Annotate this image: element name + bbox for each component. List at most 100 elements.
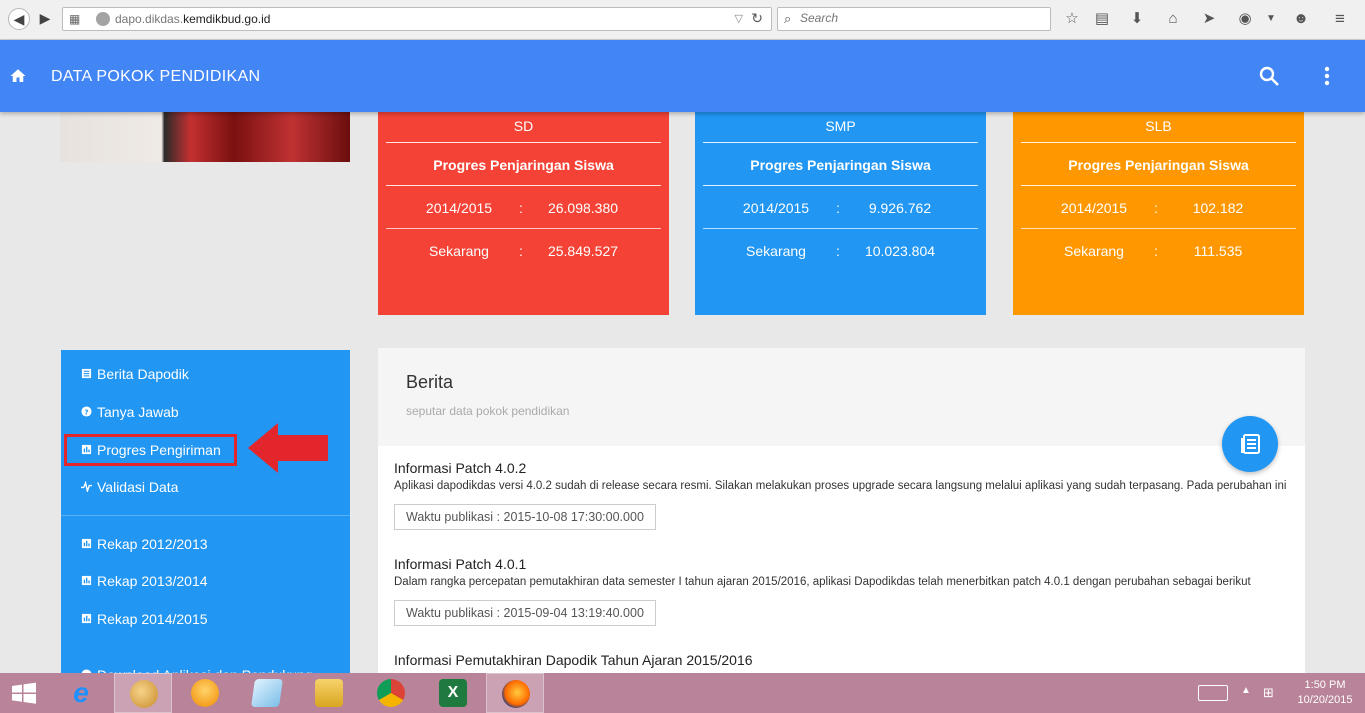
news-item: Informasi Patch 4.0.1 Dalam rangka perce…	[394, 556, 1290, 626]
search-icon: ⌕	[784, 11, 792, 26]
sidebar-item-rekap-2013-2014[interactable]: Rekap 2013/2014	[61, 566, 350, 596]
sidebar-item-rekap-2012-2013[interactable]: Rekap 2012/2013	[61, 529, 350, 559]
taskbar-excel[interactable]: X	[424, 673, 482, 713]
browser-home-icon[interactable]: ⌂	[1164, 10, 1182, 28]
news-item: Informasi Pemutakhiran Dapodik Tahun Aja…	[394, 652, 1290, 668]
sidebar-item-rekap-2014-2015[interactable]: Rekap 2014/2015	[61, 604, 350, 634]
news-item-body: Dalam rangka percepatan pemutakhiran dat…	[394, 576, 1251, 588]
sidebar-item-validasi-data[interactable]: Validasi Data	[61, 472, 350, 502]
stat-row: Sekarang : 10.023.804	[695, 243, 986, 263]
folder-icon	[315, 679, 343, 707]
stat-colon: :	[519, 243, 523, 259]
extension-icon[interactable]: ◉	[1236, 10, 1254, 28]
dropdown-icon[interactable]: ▽	[735, 12, 743, 25]
divider	[386, 185, 661, 186]
system-clock[interactable]: 1:50 PM 10/20/2015	[1290, 678, 1360, 708]
stat-colon: :	[1154, 200, 1158, 216]
newspaper-icon	[1241, 434, 1260, 454]
news-item-title[interactable]: Informasi Patch 4.0.1	[394, 556, 1290, 572]
keyboard-icon[interactable]	[1198, 685, 1228, 701]
sidebar-menu: Berita Dapodik ? Tanya Jawab Progres Pen…	[61, 350, 350, 683]
stat-colon: :	[836, 200, 840, 216]
newspaper-icon	[81, 368, 92, 379]
url-prefix: dapo.dikdas.	[115, 12, 184, 26]
sidebar-item-label: Tanya Jawab	[97, 404, 179, 420]
star-icon[interactable]: ☆	[1063, 10, 1081, 28]
stat-label: 2014/2015	[742, 200, 810, 216]
chat-icon[interactable]: ☻	[1292, 10, 1310, 28]
address-bar[interactable]: ▦ dapo.dikdas.kemdikbud.go.id ▽ ↻	[62, 7, 772, 31]
firefox-icon	[502, 680, 530, 708]
bar-chart-icon	[81, 575, 92, 586]
card-level: SMP	[825, 118, 856, 134]
divider	[1021, 228, 1296, 229]
home-icon[interactable]	[9, 67, 27, 85]
news-item-date: Waktu publikasi : 2015-10-08 17:30:00.00…	[394, 504, 656, 530]
forward-button[interactable]: ▶	[34, 8, 56, 30]
reload-icon[interactable]: ↻	[751, 10, 763, 27]
stat-row: 2014/2015 : 26.098.380	[378, 200, 669, 220]
clock-date: 10/20/2015	[1297, 694, 1353, 706]
stat-label: 2014/2015	[1060, 200, 1128, 216]
stat-row: 2014/2015 : 102.182	[1013, 200, 1304, 220]
card-heading: Progres Penjaringan Siswa	[433, 157, 614, 173]
divider	[386, 142, 661, 143]
app-header: DATA POKOK PENDIDIKAN	[0, 40, 1365, 112]
taskbar-chrome[interactable]	[362, 673, 420, 713]
windows-start-icon[interactable]	[0, 673, 48, 713]
taskbar-firefox[interactable]	[486, 673, 544, 713]
sidebar-item-label: Rekap 2013/2014	[97, 573, 208, 589]
highlight-annotation	[64, 434, 237, 466]
taskbar-ie[interactable]: e	[52, 673, 110, 713]
paint-icon	[130, 680, 158, 708]
divider	[61, 515, 350, 516]
browser-search-box[interactable]: ⌕	[777, 7, 1051, 31]
card-level: SLB	[1145, 118, 1172, 134]
more-vert-icon[interactable]	[1319, 64, 1335, 88]
banner-photo	[60, 112, 350, 162]
taskbar-app-orange[interactable]	[176, 673, 234, 713]
red-arrow-annotation	[248, 423, 328, 473]
card-heading: Progres Penjaringan Siswa	[750, 157, 931, 173]
browser-search-input[interactable]	[800, 11, 1040, 25]
back-button[interactable]: ◀	[8, 8, 30, 30]
taskbar-notes[interactable]	[238, 673, 296, 713]
sidebar-item-label: Berita Dapodik	[97, 366, 189, 382]
excel-icon: X	[439, 679, 467, 707]
globe-icon	[96, 12, 110, 26]
card-level: SD	[513, 118, 534, 134]
stat-value: 9.926.762	[868, 200, 932, 216]
reading-list-icon[interactable]: ▤	[1093, 10, 1111, 28]
header-search-icon[interactable]	[1257, 64, 1281, 88]
stat-value: 26.098.380	[547, 200, 619, 216]
card-heading: Progres Penjaringan Siswa	[1068, 157, 1249, 173]
stat-label: 2014/2015	[425, 200, 493, 216]
news-item-title[interactable]: Informasi Patch 4.0.2	[394, 460, 1290, 476]
chevron-down-icon[interactable]: ▼	[1262, 10, 1280, 28]
download-arrow-icon[interactable]: ⬇	[1128, 10, 1146, 28]
tab-grid-icon[interactable]: ▦	[69, 12, 83, 26]
taskbar: e X ▲ ⊞ 1:50 PM 10/20/2015	[0, 673, 1365, 713]
send-icon[interactable]: ➤	[1200, 10, 1218, 28]
stat-label: Sekarang	[746, 243, 806, 259]
news-item-title[interactable]: Informasi Pemutakhiran Dapodik Tahun Aja…	[394, 652, 1290, 668]
menu-icon[interactable]: ≡	[1331, 10, 1349, 28]
app-title: DATA POKOK PENDIDIKAN	[51, 68, 261, 85]
show-hidden-icon[interactable]: ▲	[1241, 685, 1251, 701]
stat-label: Sekarang	[429, 243, 489, 259]
sidebar-item-label: Validasi Data	[97, 479, 179, 495]
url-domain: kemdikbud.go.id	[183, 12, 271, 26]
news-panel: Berita seputar data pokok pendidikan Inf…	[378, 348, 1305, 688]
taskbar-explorer[interactable]	[300, 673, 358, 713]
sidebar-item-berita-dapodik[interactable]: Berita Dapodik	[61, 359, 350, 389]
news-title: Berita	[406, 372, 454, 392]
stat-value: 10.023.804	[864, 243, 936, 259]
taskbar-paint[interactable]	[114, 673, 172, 713]
divider	[703, 142, 978, 143]
url-text[interactable]: dapo.dikdas.kemdikbud.go.id	[115, 12, 270, 26]
sidebar-item-label: Rekap 2012/2013	[97, 536, 208, 552]
divider	[1021, 185, 1296, 186]
ie-icon: e	[73, 677, 89, 708]
action-center-icon[interactable]: ⊞	[1263, 685, 1274, 701]
stat-value: 102.182	[1192, 200, 1244, 216]
